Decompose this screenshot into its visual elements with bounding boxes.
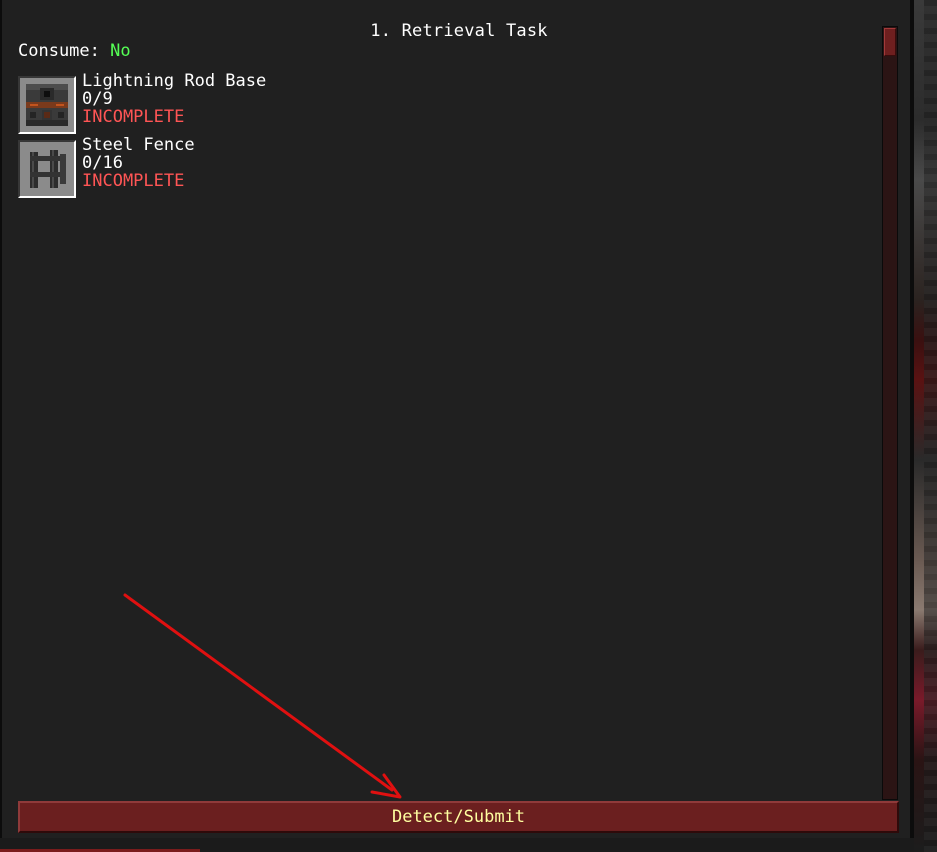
consume-line: Consume: No [18,41,131,61]
quest-task-panel: 1. Retrieval Task Consume: No Lightning … [0,0,914,838]
task-title: 1. Retrieval Task [370,21,548,41]
task-item-text: Lightning Rod Base 0/9 INCOMPLETE [82,72,266,126]
consume-label: Consume: [18,41,100,61]
item-progress: 0/9 [82,89,113,109]
steel-fence-icon[interactable] [18,140,76,198]
background-scene-strip [924,0,937,852]
lightning-rod-base-icon[interactable] [18,76,76,134]
item-name: Steel Fence [82,135,195,155]
item-status: INCOMPLETE [82,171,185,191]
consume-value: No [110,41,131,61]
item-progress: 0/16 [82,153,123,173]
detect-submit-button[interactable]: Detect/Submit [18,801,899,833]
item-name: Lightning Rod Base [82,71,267,91]
item-status: INCOMPLETE [82,107,185,127]
scrollbar-track[interactable] [882,26,898,800]
scrollbar-thumb[interactable] [884,28,896,56]
task-item-text: Steel Fence 0/16 INCOMPLETE [82,136,195,190]
